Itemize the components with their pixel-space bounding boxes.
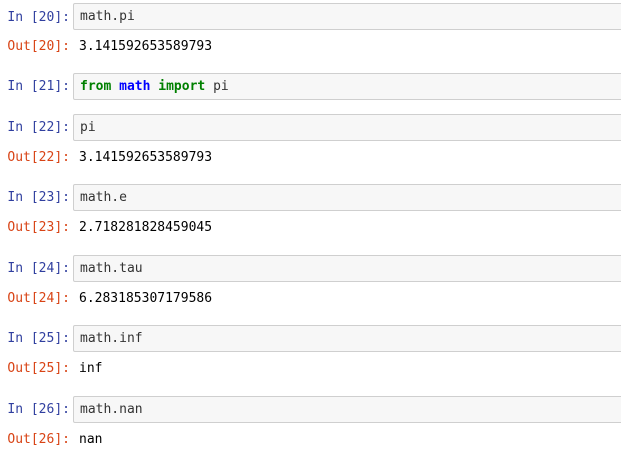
output-text: 6.283185307179586 [79, 291, 213, 306]
out-prompt: Out[24]: [7, 291, 70, 306]
in-prompt: In [24]: [7, 261, 70, 276]
out-prompt: Out[22]: [7, 150, 70, 165]
out-prompt: Out[23]: [7, 220, 70, 235]
keyword-from: from [80, 79, 112, 94]
out-prompt: Out[20]: [7, 39, 70, 54]
code-text: from math import pi [80, 79, 229, 95]
code-input[interactable]: from math import pi [73, 73, 621, 100]
notebook: In [20]: math.pi Out[20]: 3.141592653589… [0, 0, 621, 454]
in-prompt: In [20]: [7, 10, 70, 25]
code-input[interactable]: math.pi [73, 3, 621, 30]
code-text: math.pi [80, 9, 135, 24]
imported-name: pi [213, 79, 229, 94]
in-prompt: In [23]: [7, 190, 70, 205]
code-input[interactable]: math.inf [73, 325, 621, 352]
code-input[interactable]: math.e [73, 184, 621, 211]
code-text: math.e [80, 190, 127, 205]
out-prompt: Out[26]: [7, 432, 70, 447]
code-text: math.nan [80, 402, 143, 417]
code-text: pi [80, 120, 96, 135]
output-text: 3.141592653589793 [79, 150, 213, 165]
code-input[interactable]: pi [73, 114, 621, 141]
code-input[interactable]: math.tau [73, 255, 621, 282]
code-text: math.tau [80, 261, 143, 276]
out-prompt: Out[25]: [7, 361, 70, 376]
code-input[interactable]: math.nan [73, 396, 621, 423]
in-prompt: In [21]: [7, 79, 70, 94]
module-name: math [119, 79, 151, 94]
output-text: nan [79, 432, 103, 447]
output-text: inf [79, 361, 103, 376]
in-prompt: In [22]: [7, 120, 70, 135]
in-prompt: In [25]: [7, 331, 70, 346]
output-text: 3.141592653589793 [79, 39, 213, 54]
output-text: 2.718281828459045 [79, 220, 213, 235]
in-prompt: In [26]: [7, 402, 70, 417]
keyword-import: import [158, 79, 206, 94]
code-text: math.inf [80, 331, 143, 346]
